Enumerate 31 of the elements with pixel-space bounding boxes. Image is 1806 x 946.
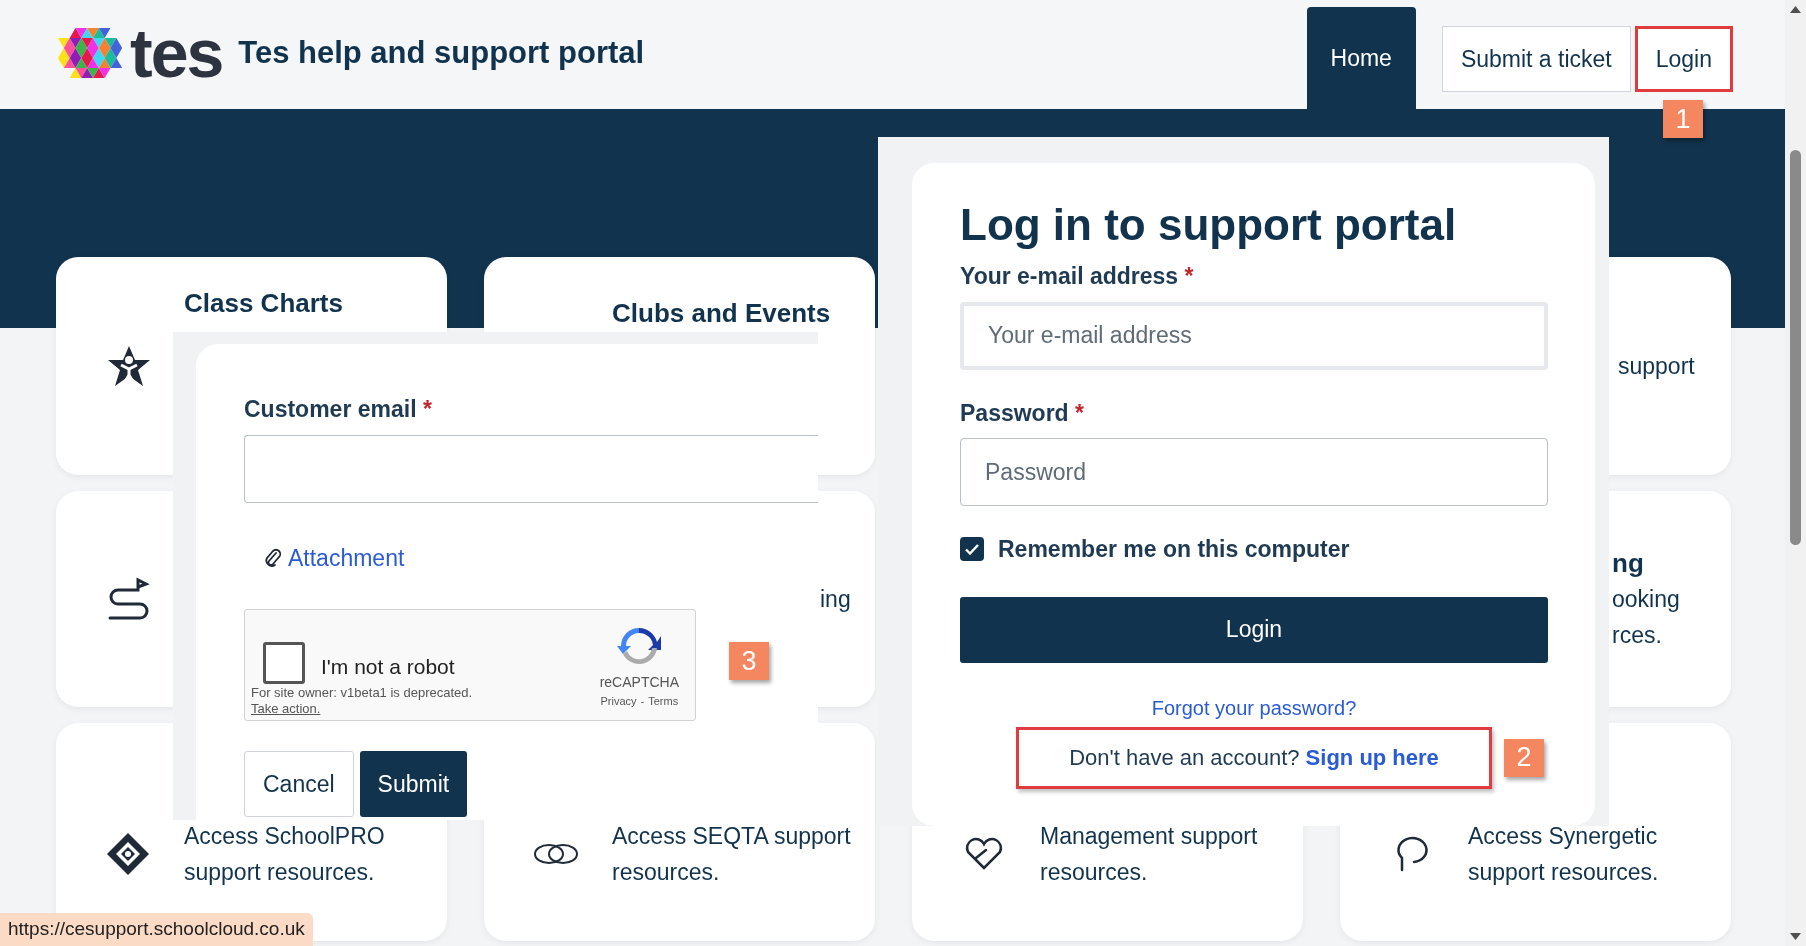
card-text: Access SchoolPRO	[184, 822, 385, 851]
card-text: support resources.	[184, 858, 376, 887]
separator-text: -	[640, 694, 645, 709]
card-text: Access SEQTA support	[612, 822, 851, 851]
card-text: support resources.	[1468, 858, 1659, 887]
card-text: Management support	[1040, 822, 1258, 851]
login-heading: Log in to support portal	[960, 199, 1458, 251]
status-url: https://cesupport.schoolcloud.co.uk	[0, 913, 313, 946]
card-text: resources.	[1040, 858, 1149, 887]
recaptcha-brand: reCAPTCHA	[599, 673, 679, 692]
card-title: Class Charts	[184, 287, 343, 320]
card-text: Access Synergetic	[1468, 822, 1659, 851]
callout-badge: 3	[729, 642, 769, 680]
card-text: support	[1618, 352, 1696, 381]
card-text: ooking	[1612, 585, 1681, 614]
card-text: ing	[820, 585, 852, 614]
field-label: Your e-mail address *	[960, 262, 1195, 291]
captcha-label: I'm not a robot	[321, 654, 455, 681]
field-label: Password *	[960, 398, 1085, 428]
card-title: ng	[1612, 547, 1645, 580]
logo-wordmark: tes	[130, 23, 223, 83]
callout-badge: 1	[1663, 100, 1703, 138]
site-title: Tes help and support portal	[238, 33, 645, 72]
captcha-notice: For site owner: v1beta1 is deprecated.	[251, 685, 474, 701]
card-title: Clubs and Events	[612, 297, 831, 330]
card-text: resources.	[612, 858, 721, 887]
field-label: Customer email *	[244, 395, 433, 424]
card-text: rces.	[1612, 621, 1663, 650]
remember-label: Remember me on this computer	[998, 535, 1350, 564]
signup-text: Don't have an account?	[1069, 744, 1300, 772]
callout-badge: 2	[1504, 738, 1544, 777]
